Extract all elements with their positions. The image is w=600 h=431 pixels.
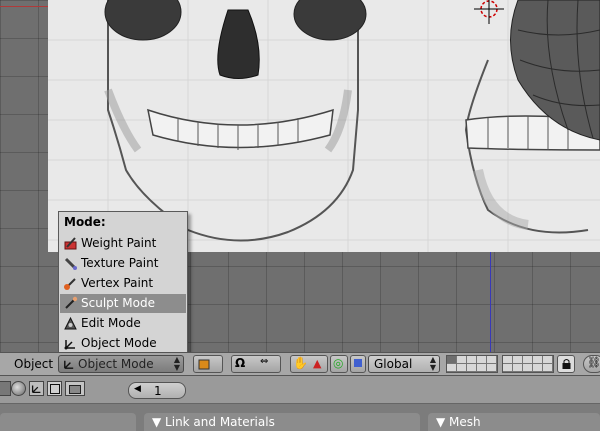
rotate-manipulator-button[interactable]: ◎	[330, 355, 348, 373]
panel-tab-mesh[interactable]: ▼ Mesh	[428, 413, 600, 431]
layer-button[interactable]	[467, 364, 477, 372]
scale-manipulator-button[interactable]	[350, 355, 366, 373]
layer-button[interactable]	[533, 356, 543, 364]
layer-button[interactable]	[503, 356, 513, 364]
mesh-square-icon[interactable]	[47, 381, 62, 396]
layer-button[interactable]	[533, 364, 543, 372]
orientation-value: Global	[374, 357, 413, 371]
updown-arrows-icon: ▲ ▼	[429, 355, 436, 372]
texture-paint-icon	[64, 257, 77, 270]
layer-buttons-group2[interactable]	[502, 355, 554, 373]
menu-item-edit-mode[interactable]: Edit Mode	[60, 314, 186, 333]
layer-buttons-group1[interactable]	[446, 355, 498, 373]
menu-item-object-mode[interactable]: Object Mode	[60, 334, 186, 353]
current-frame-field[interactable]: ◀ 1	[128, 382, 186, 399]
panel-tab-label: Link and Materials	[165, 415, 275, 429]
transform-arrows-icon: ⇔	[260, 356, 269, 367]
orientation-selector[interactable]: Global ▲ ▼	[368, 355, 440, 373]
layer-button[interactable]	[487, 356, 497, 364]
layer-button[interactable]	[447, 356, 457, 364]
menu-item-weight-paint[interactable]: Weight Paint	[60, 234, 186, 253]
layer-button[interactable]	[457, 356, 467, 364]
image-icon[interactable]	[65, 381, 85, 396]
draw-type-selector[interactable]	[193, 355, 223, 373]
current-frame-value: 1	[154, 384, 162, 398]
mode-menu-title: Mode:	[64, 215, 106, 229]
sculpt-mode-icon	[65, 296, 78, 309]
layers-icon[interactable]	[0, 381, 11, 396]
timeline-toolbar	[0, 376, 600, 404]
rotate-icon: ◎	[333, 356, 344, 370]
layer-button[interactable]	[487, 364, 497, 372]
object-mode-icon	[64, 360, 74, 369]
cube-icon	[198, 359, 210, 370]
render-preview-button[interactable]: ⛓	[583, 355, 600, 373]
panel-tab-label: Mesh	[449, 415, 481, 429]
manipulator-toggles[interactable]: ✋ ▲	[290, 355, 328, 373]
layer-button[interactable]	[543, 356, 553, 364]
magnet-icon: Ω	[235, 356, 246, 370]
menu-item-sculpt-mode[interactable]: Sculpt Mode	[60, 294, 186, 313]
panel-tab-title: ▼ Mesh	[436, 415, 481, 429]
axes-icon	[31, 385, 41, 394]
hand-icon: ✋	[293, 356, 308, 370]
object-mode-icon	[64, 340, 75, 350]
updown-arrows-icon: ▲ ▼	[173, 355, 180, 372]
layer-button[interactable]	[477, 356, 487, 364]
layer-button[interactable]	[447, 364, 457, 372]
weight-paint-icon	[64, 237, 77, 250]
layer-button[interactable]	[503, 364, 513, 372]
picture-icon	[69, 385, 81, 394]
menu-item-label: Edit Mode	[81, 316, 141, 330]
panel-tab-title: ▼ Link and Materials	[152, 415, 275, 429]
translate-icon: ▲	[313, 357, 322, 370]
material-sphere-icon[interactable]	[11, 381, 26, 396]
object-menu[interactable]: Object	[14, 357, 53, 371]
square-icon	[50, 384, 60, 394]
menu-item-label: Sculpt Mode	[81, 296, 155, 310]
blue-axis-line	[490, 252, 491, 352]
panel-tab-link-and-materials[interactable]: ▼ Link and Materials	[144, 413, 420, 431]
lock-layers-button[interactable]	[557, 355, 575, 373]
mode-selector[interactable]: Object Mode ▲ ▼	[58, 355, 184, 373]
layer-button[interactable]	[523, 364, 533, 372]
menu-item-vertex-paint[interactable]: Vertex Paint	[60, 274, 186, 293]
vertex-paint-icon	[64, 278, 76, 290]
menu-item-label: Texture Paint	[81, 256, 159, 270]
layer-button[interactable]	[523, 356, 533, 364]
menu-item-label: Object Mode	[81, 336, 157, 350]
pivot-selector[interactable]: Ω ⇔	[231, 355, 281, 373]
mode-menu[interactable]: Mode: Weight Paint Texture Paint Vertex …	[58, 211, 188, 355]
scale-icon	[354, 359, 362, 367]
menu-item-label: Vertex Paint	[81, 276, 154, 290]
panel-tab-left[interactable]	[0, 413, 136, 431]
layer-button[interactable]	[457, 364, 467, 372]
mode-selector-value: Object Mode	[78, 357, 154, 371]
menu-item-label: Weight Paint	[81, 236, 157, 250]
lock-icon	[562, 359, 571, 369]
chain-icon: ⛓	[587, 356, 600, 369]
decrement-arrow-icon[interactable]: ◀	[134, 384, 141, 394]
layer-button[interactable]	[477, 364, 487, 372]
menu-item-texture-paint[interactable]: Texture Paint	[60, 254, 186, 273]
edit-mode-icon	[64, 316, 77, 330]
layer-button[interactable]	[513, 356, 523, 364]
object-axes-icon[interactable]	[29, 381, 44, 396]
viewport-header: Object Object Mode ▲ ▼ Ω ⇔ ✋ ▲ ◎ Global ▲…	[0, 352, 600, 376]
layer-button[interactable]	[467, 356, 477, 364]
buttons-window: ▼ Link and Materials ▼ Mesh	[0, 404, 600, 431]
layer-button[interactable]	[543, 364, 553, 372]
layer-button[interactable]	[513, 364, 523, 372]
red-axis-line	[0, 6, 48, 7]
